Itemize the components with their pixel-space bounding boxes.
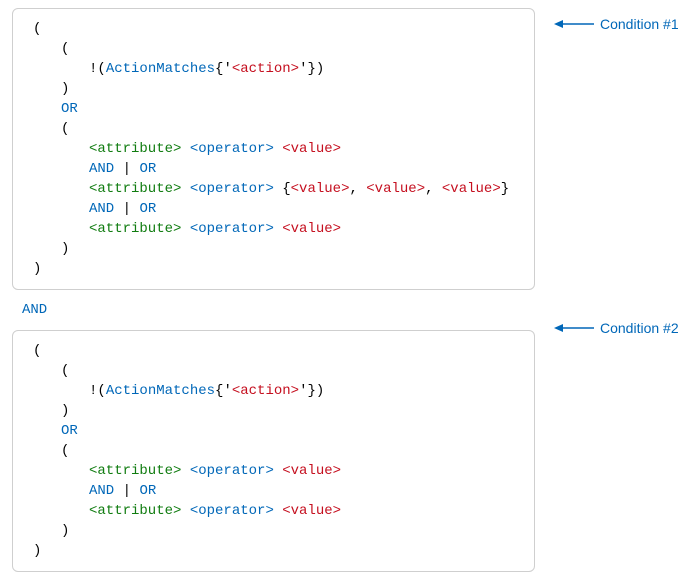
- paren-close: ): [61, 81, 69, 97]
- and-or-pipe: AND | OR: [33, 481, 518, 501]
- and-connector: AND: [22, 300, 682, 320]
- paren-open: (: [33, 343, 41, 359]
- annotation-condition-2: Condition #2: [554, 318, 679, 338]
- paren-close: ): [61, 403, 69, 419]
- condition-box-1: ( ( !(ActionMatches{'<action>'}) ) OR ( …: [12, 8, 535, 290]
- paren-open: (: [61, 443, 69, 459]
- attr-op-value-expr: <attribute> <operator> <value>: [33, 461, 518, 481]
- annotation-condition-1: Condition #1: [554, 14, 679, 34]
- and-or-pipe: AND | OR: [33, 159, 518, 179]
- paren-close: ): [61, 523, 69, 539]
- or-keyword: OR: [61, 101, 78, 117]
- attr-op-value-expr: <attribute> <operator> <value>: [33, 501, 518, 521]
- paren-open: (: [61, 363, 69, 379]
- condition-box-2: ( ( !(ActionMatches{'<action>'}) ) OR ( …: [12, 330, 535, 572]
- arrow-left-icon: [554, 18, 594, 30]
- attr-op-value-expr: <attribute> <operator> <value>: [33, 219, 518, 239]
- paren-open: (: [33, 21, 41, 37]
- paren-open: (: [61, 41, 69, 57]
- arrow-left-icon: [554, 322, 594, 334]
- paren-close: ): [33, 261, 41, 277]
- and-or-pipe: AND | OR: [33, 199, 518, 219]
- paren-close: ): [61, 241, 69, 257]
- or-keyword: OR: [61, 423, 78, 439]
- attr-op-valuelist-expr: <attribute> <operator> {<value>, <value>…: [33, 179, 518, 199]
- paren-close: ): [33, 543, 41, 559]
- action-matches-expr: !(ActionMatches{'<action>'}): [33, 381, 518, 401]
- action-matches-expr: !(ActionMatches{'<action>'}): [33, 59, 518, 79]
- paren-open: (: [61, 121, 69, 137]
- attr-op-value-expr: <attribute> <operator> <value>: [33, 139, 518, 159]
